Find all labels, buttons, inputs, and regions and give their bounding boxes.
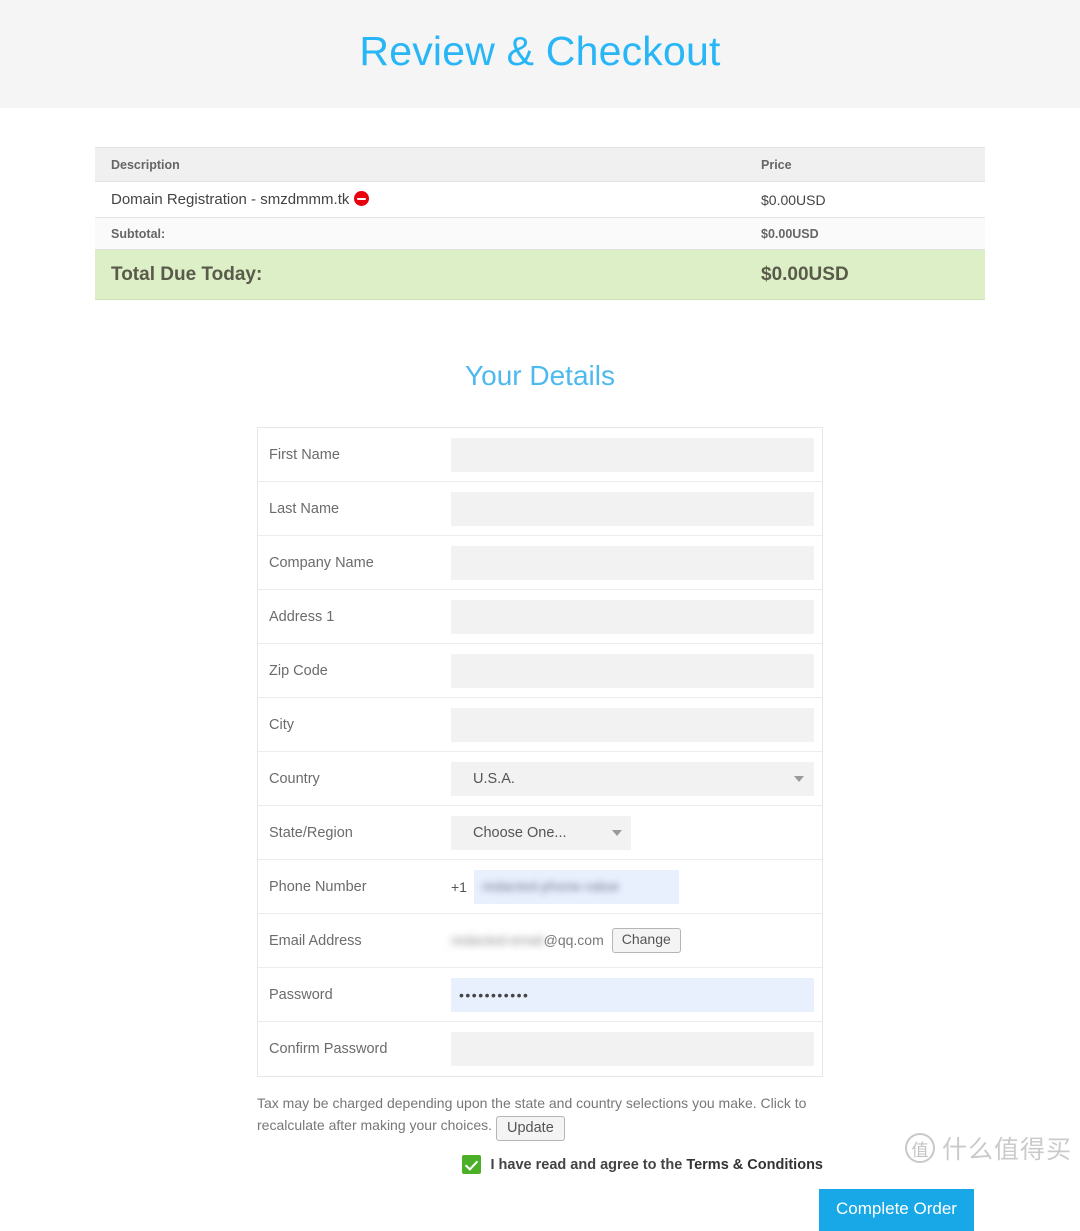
- subtotal-value: $0.00USD: [745, 217, 985, 250]
- subtotal-row: Subtotal: $0.00USD: [95, 217, 985, 250]
- watermark-logo-icon: 值: [904, 1133, 935, 1163]
- last-name-input[interactable]: [451, 491, 814, 526]
- form-row-zip-code: Zip Code: [258, 644, 822, 698]
- password-input[interactable]: [451, 977, 814, 1012]
- watermark-text: 什么值得买: [941, 1135, 1072, 1164]
- address-1-input[interactable]: [451, 599, 814, 634]
- label-password: Password: [269, 986, 333, 1003]
- control-confirm-password: [451, 1032, 822, 1066]
- label-company-name: Company Name: [269, 554, 374, 571]
- state-region-select[interactable]: Choose One...: [451, 815, 631, 850]
- label-country: Country: [269, 770, 320, 787]
- chevron-down-icon: [612, 829, 622, 836]
- label-confirm-password: Confirm Password: [269, 1041, 388, 1057]
- item-price-cell: $0.00USD: [745, 181, 985, 218]
- table-header-row: Description Price: [95, 147, 985, 182]
- form-row-confirm-password: Confirm Password: [258, 1022, 822, 1076]
- country-select[interactable]: U.S.A.: [451, 761, 814, 796]
- column-header-description: Description: [95, 147, 745, 182]
- control-city: [451, 707, 822, 742]
- column-header-price: Price: [745, 147, 985, 182]
- phone-country-prefix: +1: [451, 878, 467, 895]
- first-name-input[interactable]: [451, 437, 814, 472]
- control-last-name: [451, 491, 822, 526]
- country-select-value: U.S.A.: [473, 770, 515, 787]
- zip-code-input[interactable]: [451, 653, 814, 688]
- table-row: Domain Registration - smzdmmm.tk $0.00US…: [95, 181, 985, 218]
- terms-and-conditions-link[interactable]: Terms & Conditions: [686, 1157, 823, 1173]
- city-input[interactable]: [451, 707, 814, 742]
- form-row-last-name: Last Name: [258, 482, 822, 536]
- page-title: Review & Checkout: [359, 27, 721, 74]
- total-due-label: Total Due Today:: [95, 249, 745, 300]
- phone-number-value: redacted-phone-value: [481, 879, 620, 894]
- control-password: [451, 977, 822, 1012]
- form-row-address-1: Address 1: [258, 590, 822, 644]
- control-state-region: Choose One...: [451, 815, 822, 850]
- form-row-city: City: [258, 698, 822, 752]
- total-due-row: Total Due Today: $0.00USD: [95, 249, 985, 300]
- phone-number-input[interactable]: redacted-phone-value: [473, 869, 679, 904]
- tax-note: Tax may be charged depending upon the st…: [257, 1093, 809, 1142]
- company-name-input[interactable]: [451, 545, 814, 580]
- form-row-phone-number: Phone Number +1 redacted-phone-value: [258, 860, 822, 914]
- label-state-region: State/Region: [269, 824, 353, 841]
- form-row-country: Country U.S.A.: [258, 752, 822, 806]
- subtotal-label: Subtotal:: [95, 217, 745, 250]
- item-description-text: Domain Registration - smzdmmm.tk: [111, 191, 350, 208]
- chevron-down-icon: [794, 775, 804, 782]
- label-email-address: Email Address: [269, 932, 362, 949]
- item-description-cell: Domain Registration - smzdmmm.tk: [95, 181, 745, 218]
- form-row-first-name: First Name: [258, 428, 822, 482]
- form-row-state-region: State/Region Choose One...: [258, 806, 822, 860]
- control-email-address: redacted-email @qq.com Change: [451, 928, 822, 953]
- remove-circle-icon[interactable]: [354, 191, 370, 206]
- email-domain-part: @qq.com: [543, 932, 604, 949]
- order-table-head: Description Price: [95, 147, 985, 182]
- label-city: City: [269, 716, 294, 733]
- control-zip-code: [451, 653, 822, 688]
- update-button[interactable]: Update: [496, 1115, 565, 1142]
- page-header: Review & Checkout: [0, 0, 1080, 108]
- watermark: 值 什么值得买: [904, 1130, 1072, 1166]
- form-row-company-name: Company Name: [258, 536, 822, 590]
- label-address-1: Address 1: [269, 608, 335, 625]
- control-country: U.S.A.: [451, 761, 822, 796]
- confirm-password-input[interactable]: [451, 1032, 814, 1066]
- order-summary-table: Description Price Domain Registration - …: [95, 147, 985, 300]
- email-local-part: redacted-email: [451, 932, 544, 949]
- terms-agreement-prefix: I have read and agree to the: [490, 1156, 687, 1173]
- complete-order-button[interactable]: Complete Order: [819, 1189, 974, 1231]
- label-last-name: Last Name: [269, 500, 340, 517]
- your-details-form: First Name Last Name Company Name Addres…: [257, 427, 823, 1077]
- form-row-email-address: Email Address redacted-email @qq.com Cha…: [258, 914, 822, 968]
- state-region-select-value: Choose One...: [473, 824, 567, 841]
- control-phone-number: +1 redacted-phone-value: [451, 869, 822, 904]
- label-phone-number: Phone Number: [269, 878, 367, 895]
- terms-agreement-label: I have read and agree to the Terms & Con…: [490, 1157, 823, 1173]
- your-details-title: Your Details: [465, 360, 615, 391]
- change-email-button[interactable]: Change: [611, 928, 681, 953]
- total-due-value: $0.00USD: [745, 249, 985, 300]
- checkout-footer: Tax may be charged depending upon the st…: [257, 1093, 974, 1231]
- order-summary: Description Price Domain Registration - …: [95, 147, 985, 300]
- control-address-1: [451, 599, 822, 634]
- label-zip-code: Zip Code: [269, 662, 328, 679]
- control-company-name: [451, 545, 822, 580]
- control-first-name: [451, 437, 822, 472]
- label-first-name: First Name: [269, 446, 340, 463]
- form-row-password: Password: [258, 968, 822, 1022]
- order-table-body: Domain Registration - smzdmmm.tk $0.00US…: [95, 181, 985, 300]
